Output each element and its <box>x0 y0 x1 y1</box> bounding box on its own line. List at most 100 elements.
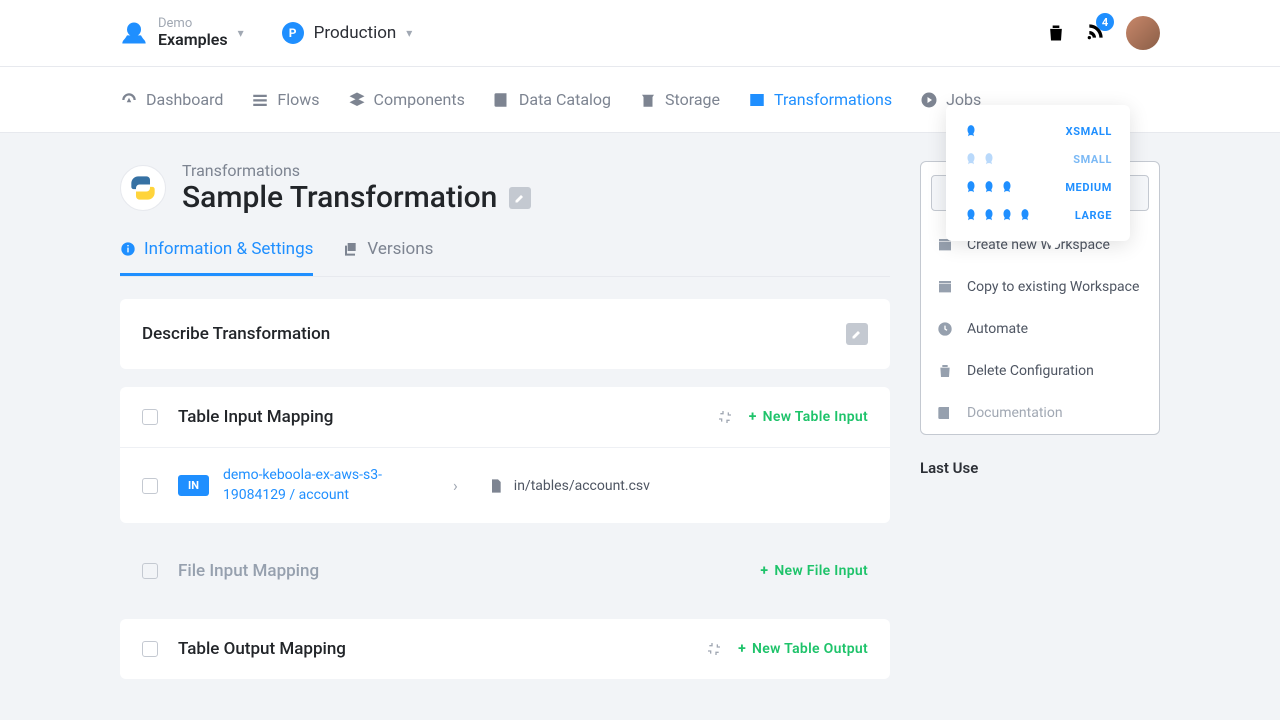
backend-size-option-small[interactable]: SMALL <box>946 145 1130 173</box>
nav-label: Components <box>374 90 465 109</box>
new-file-input-button[interactable]: +New File Input <box>760 563 868 579</box>
file-path-text: in/tables/account.csv <box>514 478 650 494</box>
nav-dashboard[interactable]: Dashboard <box>120 90 223 109</box>
page-title: Sample Transformation <box>182 180 531 215</box>
checkbox[interactable] <box>142 641 158 657</box>
new-link-label: New File Input <box>774 563 868 579</box>
chevron-down-icon: ▾ <box>238 26 244 40</box>
new-table-input-button[interactable]: +New Table Input <box>749 409 868 425</box>
avatar[interactable] <box>1126 16 1160 50</box>
collapse-icon[interactable] <box>706 641 722 657</box>
card-title: File Input Mapping <box>178 561 319 581</box>
pencil-icon <box>851 328 863 340</box>
notifications-button[interactable]: 4 <box>1086 21 1106 45</box>
new-table-output-button[interactable]: + New Table Output <box>738 641 868 657</box>
in-badge: IN <box>178 475 209 496</box>
side-label: Delete Configuration <box>967 363 1094 379</box>
project-name: Examples <box>158 31 228 49</box>
side-copy-workspace[interactable]: Copy to existing Workspace <box>921 266 1159 308</box>
new-link-label: New Table Output <box>752 641 868 657</box>
book-icon <box>937 405 953 421</box>
mapping-row: IN demo-keboola-ex-aws-s3-19084129 / acc… <box>120 447 890 523</box>
window-icon <box>748 91 766 109</box>
keboola-logo-icon <box>120 19 148 47</box>
side-automate[interactable]: Automate <box>921 308 1159 350</box>
backend-size-option-xsmall[interactable]: XSMALL <box>946 117 1130 145</box>
rocket-icon <box>982 208 996 222</box>
pencil-icon <box>514 192 526 204</box>
nav-storage[interactable]: Storage <box>639 90 720 109</box>
rocket-icon <box>964 124 978 138</box>
env-badge: P <box>282 22 304 44</box>
environment-selector[interactable]: P Production ▾ <box>282 22 413 44</box>
document-icon <box>488 478 504 494</box>
nav-label: Data Catalog <box>519 90 611 109</box>
last-use-heading: Last Use <box>920 459 1160 477</box>
rocket-icon <box>964 180 978 194</box>
project-org-label: Demo <box>158 17 228 31</box>
option-label: XSMALL <box>1066 125 1112 138</box>
nav-label: Transformations <box>774 90 892 109</box>
rocket-icon <box>982 180 996 194</box>
collapse-icon[interactable] <box>717 409 733 425</box>
side-label: Automate <box>967 321 1028 337</box>
plus-icon: + <box>738 641 746 657</box>
card-title: Table Output Mapping <box>178 639 346 659</box>
page-title-text: Sample Transformation <box>182 180 497 215</box>
tab-information[interactable]: Information & Settings <box>120 239 313 276</box>
side-documentation[interactable]: Documentation <box>921 392 1159 434</box>
rocket-icon <box>1000 180 1014 194</box>
table-link[interactable]: demo-keboola-ex-aws-s3-19084129 / accoun… <box>223 466 423 505</box>
checkbox[interactable] <box>142 478 158 494</box>
rocket-icon <box>964 152 978 166</box>
book-icon <box>493 91 511 109</box>
notifications-count: 4 <box>1096 13 1114 31</box>
env-name: Production <box>314 23 397 43</box>
backend-size-option-large[interactable]: LARGE <box>946 201 1130 229</box>
nav-label: Flows <box>277 90 319 109</box>
edit-description-button[interactable] <box>846 323 868 345</box>
trash-icon[interactable] <box>1046 23 1066 43</box>
file-path-cell: in/tables/account.csv <box>488 478 650 494</box>
info-icon <box>120 241 136 257</box>
tab-versions[interactable]: Versions <box>343 239 433 276</box>
option-label: SMALL <box>1073 153 1112 166</box>
describe-title: Describe Transformation <box>142 324 330 344</box>
backend-size-option-medium[interactable]: MEDIUM <box>946 173 1130 201</box>
db-icon <box>639 91 657 109</box>
nav-components[interactable]: Components <box>348 90 465 109</box>
copies-icon <box>343 241 359 257</box>
chevron-down-icon: ▾ <box>406 26 412 40</box>
nav-data-catalog[interactable]: Data Catalog <box>493 90 611 109</box>
describe-card: Describe Transformation <box>120 299 890 369</box>
python-icon <box>120 165 166 211</box>
box-icon <box>937 279 953 295</box>
project-selector[interactable]: Demo Examples <box>158 17 228 49</box>
table-input-card: Table Input Mapping +New Table Input IN … <box>120 387 890 523</box>
checkbox[interactable] <box>142 409 158 425</box>
bars-icon <box>251 91 269 109</box>
topbar-right: 4 <box>1046 16 1160 50</box>
side-delete-config[interactable]: Delete Configuration <box>921 350 1159 392</box>
breadcrumb[interactable]: Transformations <box>182 161 531 180</box>
table-output-card: Table Output Mapping + New Table Output <box>120 619 890 679</box>
chevron-right-icon: › <box>453 476 458 495</box>
file-input-card: File Input Mapping +New File Input <box>120 541 890 601</box>
option-label: MEDIUM <box>1065 181 1112 194</box>
new-link-label: New Table Input <box>763 409 868 425</box>
checkbox[interactable] <box>142 563 158 579</box>
main-column: Transformations Sample Transformation In… <box>120 161 890 697</box>
nav-flows[interactable]: Flows <box>251 90 319 109</box>
rocket-icon <box>964 208 978 222</box>
backend-size-popover: XSMALL SMALL MEDIUM LARGE <box>946 105 1130 241</box>
play-icon <box>920 91 938 109</box>
option-label: LARGE <box>1075 209 1112 222</box>
rocket-icon <box>1018 208 1032 222</box>
nav-transformations[interactable]: Transformations <box>748 90 892 109</box>
trash-icon <box>937 363 953 379</box>
sidebar: XSMALL SMALL MEDIUM LARGE BACKEND SIZE: … <box>920 161 1160 477</box>
edit-title-button[interactable] <box>509 187 531 209</box>
rocket-icon <box>982 152 996 166</box>
nav-label: Dashboard <box>146 90 223 109</box>
rocket-icon <box>1000 208 1014 222</box>
